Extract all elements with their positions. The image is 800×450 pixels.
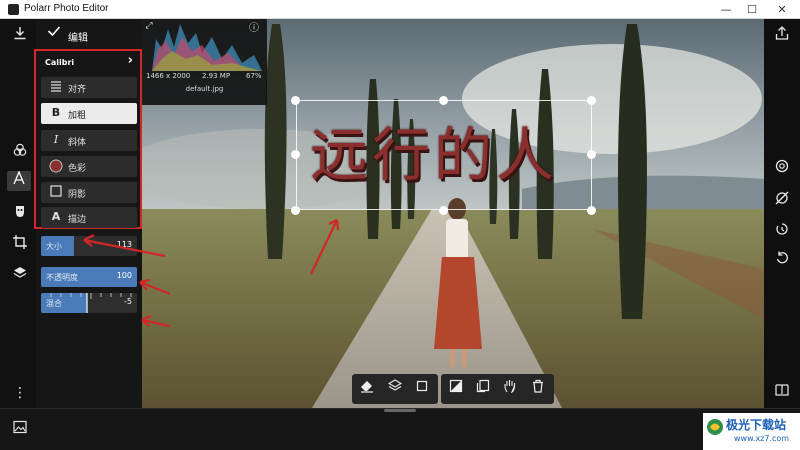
shadow-icon (49, 185, 63, 199)
zoom-level: 67% (246, 72, 262, 80)
face-icon[interactable] (8, 204, 32, 224)
resize-handle-right[interactable] (587, 150, 596, 159)
more-menu-icon[interactable]: ⋮ (8, 383, 32, 403)
history-icon[interactable] (770, 222, 794, 242)
bottom-strip (0, 408, 800, 450)
watermark-url: www.xz7.com (734, 434, 790, 443)
tool-italic[interactable]: I 斜体 (41, 130, 137, 151)
window-title: Polarr Photo Editor (24, 3, 109, 14)
tool-color[interactable]: 色彩 (41, 156, 137, 177)
histogram-panel: ⤢ ⓘ 1466 x 2000 2.93 MP 67% default.jpg (142, 19, 267, 105)
image-megapixels: 2.93 MP (202, 72, 231, 80)
italic-icon: I (53, 133, 59, 146)
watermark-logo-icon (706, 418, 724, 440)
confirm-check-icon[interactable] (42, 24, 66, 44)
right-toolbar (764, 19, 800, 408)
bold-icon: B (51, 106, 61, 119)
crop-icon[interactable] (8, 235, 32, 255)
text-tool-icon[interactable] (7, 171, 31, 191)
title-bar (0, 0, 800, 19)
hand-icon[interactable] (500, 379, 520, 399)
tool-label: 阴影 (68, 190, 87, 200)
confirm-label: 编辑 (68, 33, 88, 44)
minimize-button[interactable]: — (712, 0, 740, 19)
color-swatch-icon (49, 159, 63, 173)
stroke-icon: A (51, 210, 61, 223)
chevron-right-icon: › (127, 53, 133, 68)
trash-icon[interactable] (528, 379, 548, 399)
filters-icon[interactable] (8, 143, 32, 163)
maximize-button[interactable]: ☐ (738, 0, 766, 19)
annotation-arrow-text (310, 219, 340, 275)
expand-icon[interactable]: ⤢ (142, 19, 156, 33)
adjust-icon[interactable] (770, 159, 794, 179)
undo-icon[interactable] (770, 251, 794, 271)
tool-align[interactable]: 对齐 (41, 77, 137, 98)
book-icon[interactable] (770, 383, 794, 403)
annotation-arrows (83, 234, 170, 328)
info-icon[interactable]: ⓘ (246, 21, 262, 37)
download-icon[interactable] (8, 26, 32, 46)
slider-name: 大小 (46, 242, 62, 251)
share-icon[interactable] (770, 26, 794, 46)
tool-label: 描边 (68, 215, 87, 225)
tool-label: 斜体 (68, 138, 87, 148)
tool-label: 对齐 (68, 85, 87, 95)
watermark-brand: 极光下载站 (726, 418, 787, 432)
resize-handle-bottom-left[interactable] (291, 206, 300, 215)
resize-handle-top-left[interactable] (291, 96, 300, 105)
frame-icon[interactable] (412, 379, 432, 399)
resize-handle-bottom-right[interactable] (587, 206, 596, 215)
resize-handle-top-right[interactable] (587, 96, 596, 105)
resize-handle-top[interactable] (439, 96, 448, 105)
align-icon (49, 80, 63, 94)
tool-label: 色彩 (68, 164, 87, 174)
resize-handle-bottom[interactable] (439, 206, 448, 215)
app-icon (8, 4, 19, 15)
panel-drag-handle[interactable] (384, 409, 416, 412)
compare-off-icon[interactable] (770, 191, 794, 211)
image-dimensions: 1466 x 2000 (146, 72, 191, 80)
tool-stroke[interactable]: A 描边 (41, 207, 137, 228)
duplicate-icon[interactable] (473, 379, 493, 399)
overlay-text[interactable]: 远行的人 (310, 112, 580, 198)
mask-icon[interactable] (446, 379, 466, 399)
close-button[interactable]: ✕ (768, 0, 796, 19)
layers-stack-icon[interactable] (385, 379, 405, 399)
eraser-icon[interactable] (357, 379, 377, 399)
font-selector[interactable]: Calibri › (41, 53, 137, 71)
slider-name: 混合 (46, 299, 62, 308)
image-filename: default.jpg (185, 85, 224, 93)
tool-shadow[interactable]: 阴影 (41, 182, 137, 203)
resize-handle-left[interactable] (291, 150, 300, 159)
tool-bold[interactable]: B 加粗 (41, 103, 137, 124)
image-browser-icon[interactable] (8, 420, 32, 440)
font-name: Calibri (45, 58, 75, 67)
layers-icon[interactable] (8, 266, 32, 286)
tool-label: 加粗 (68, 111, 87, 121)
